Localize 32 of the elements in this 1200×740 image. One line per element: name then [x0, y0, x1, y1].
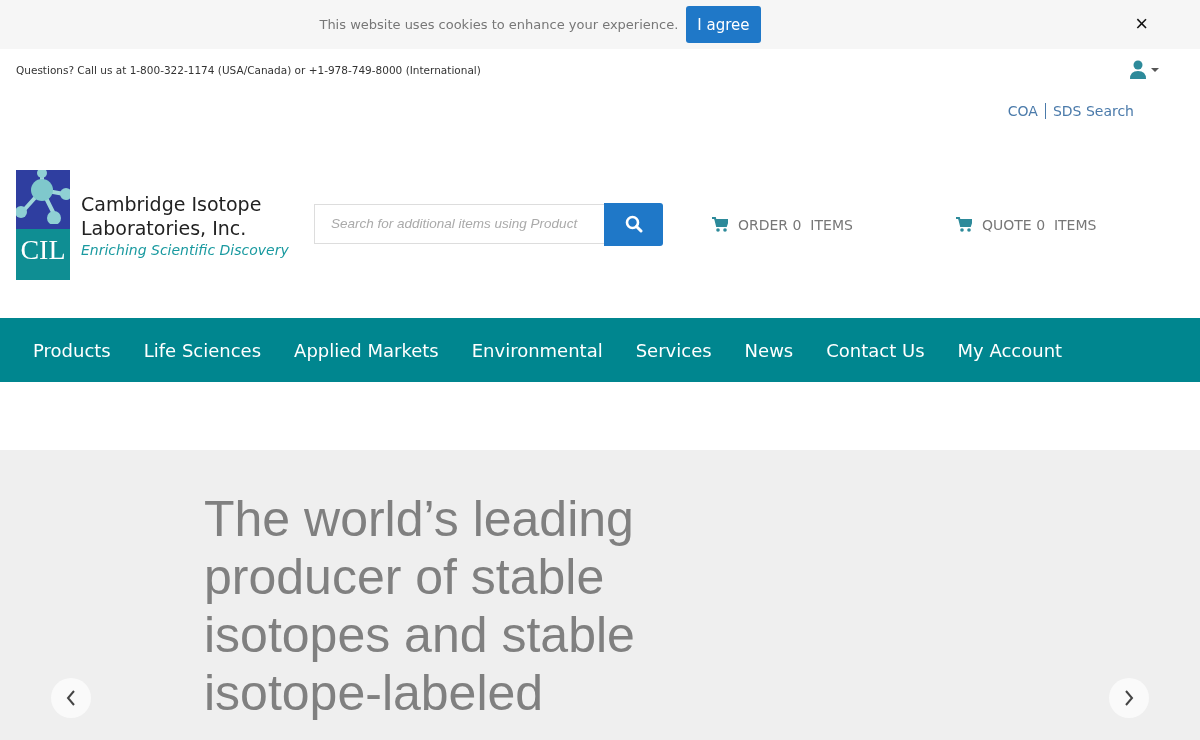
next-button[interactable]	[1109, 678, 1149, 718]
account-menu[interactable]	[1130, 60, 1160, 80]
logo-letters: CIL	[20, 233, 66, 267]
cart-link[interactable]: ORDER 0 ITEMS	[712, 216, 907, 233]
cart-link[interactable]: QUOTE 0 ITEMS	[956, 216, 1151, 233]
nav-item[interactable]: Applied Markets	[294, 339, 439, 361]
company-name: Cambridge Isotope Laboratories, Inc.	[81, 191, 263, 240]
chevron-right-icon	[1123, 689, 1135, 707]
tagline: Enriching Scientific Discovery	[81, 241, 290, 258]
nav-item[interactable]: Environmental	[471, 339, 603, 361]
search-field[interactable]: Search for additional items using Product	[314, 203, 604, 244]
cookie-message: This website uses cookies to enhance your experience.	[319, 17, 679, 32]
molecule-icon	[16, 169, 70, 224]
nav-item[interactable]: Products	[33, 339, 111, 361]
nav-item[interactable]: Life Sciences	[143, 339, 262, 361]
nav-item[interactable]: News	[744, 339, 794, 361]
nav-item[interactable]: Contact Us	[826, 339, 925, 361]
contact-text: Questions? Call us at 1-800-322-1174 (USA/Canada) or +1-978-749-8000 (International)	[16, 64, 481, 76]
agree-button[interactable]: I agree	[686, 6, 761, 43]
previous-button[interactable]	[51, 678, 91, 718]
hero-headline: The world’s leading producer of stable isotopes and stable isotope-labeled	[204, 490, 635, 722]
chevron-left-icon	[65, 689, 77, 707]
nav-item[interactable]: Services	[635, 339, 712, 361]
cart-icon	[956, 217, 972, 232]
search-button[interactable]	[604, 202, 663, 246]
close-button[interactable]: ×	[1135, 13, 1148, 35]
user-icon	[1130, 60, 1160, 80]
utility-link[interactable]: SDS Search	[1052, 103, 1134, 119]
cart-icon	[712, 217, 728, 232]
search-icon	[624, 215, 643, 233]
nav-item[interactable]: My Account	[957, 339, 1063, 361]
utility-link[interactable]: COA	[1007, 103, 1038, 119]
